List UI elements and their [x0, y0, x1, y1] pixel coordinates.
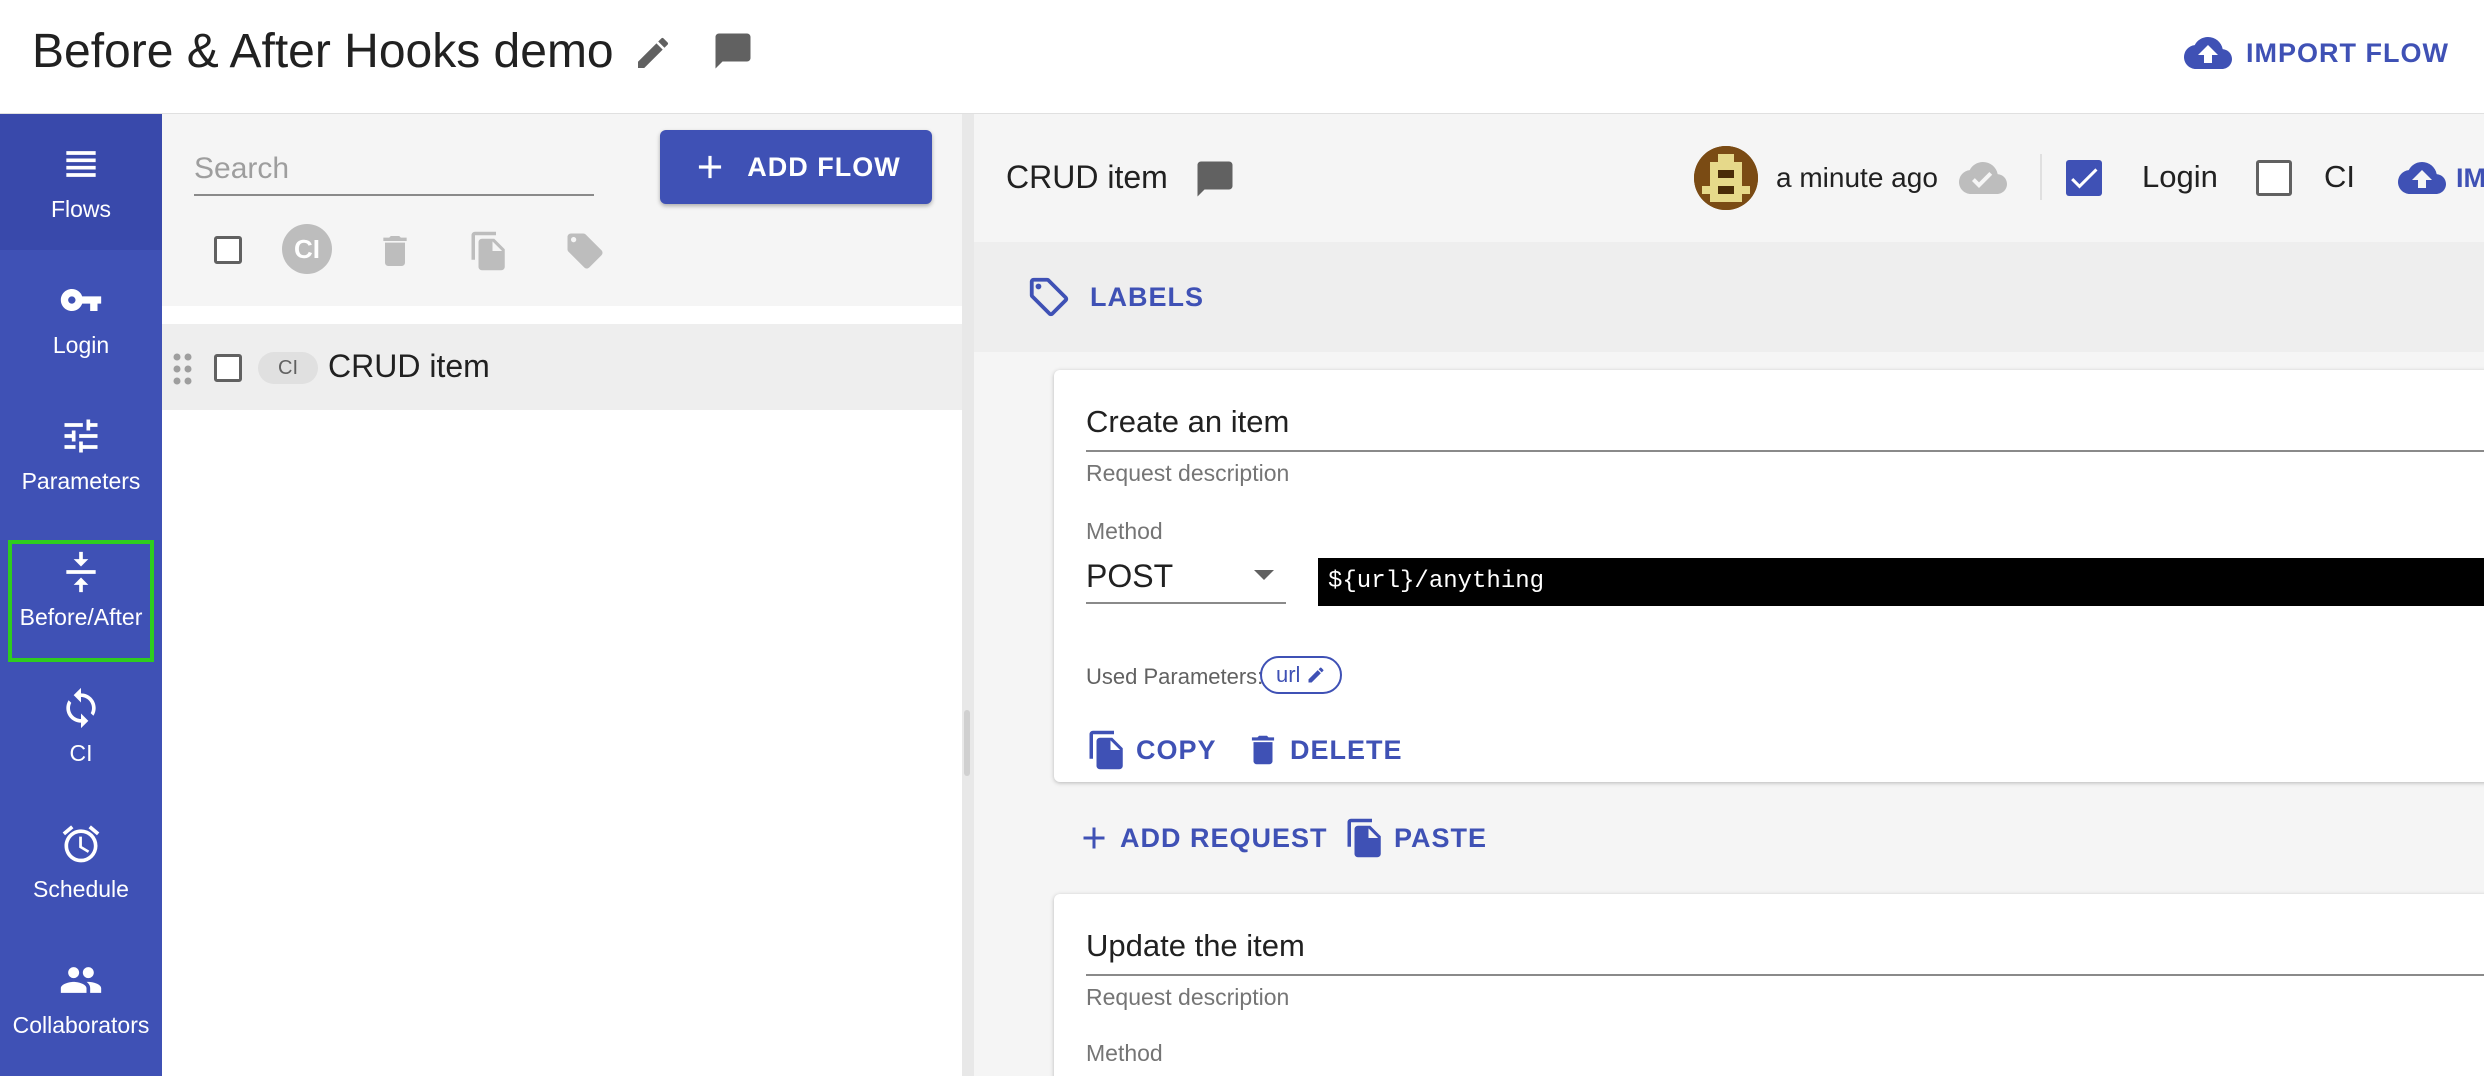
- side-nav: Flows Login Parameters Before/After CI S…: [0, 114, 162, 1076]
- request-card: Request description Method POST ${url}/a…: [1054, 370, 2484, 782]
- label-icon[interactable]: [560, 226, 610, 276]
- request-description[interactable]: Request description: [1086, 460, 1289, 487]
- flow-checkbox[interactable]: [214, 354, 242, 382]
- edit-icon: [1308, 667, 1324, 683]
- chevron-down-icon: [1254, 570, 1274, 580]
- comment-icon[interactable]: [708, 26, 758, 76]
- key-icon: [60, 288, 102, 311]
- copy-request-button[interactable]: COPY: [1086, 728, 1217, 772]
- nav-item-label: Login: [52, 331, 110, 358]
- paste-label: PASTE: [1394, 822, 1488, 853]
- delete-request-button[interactable]: DELETE: [1244, 728, 1403, 772]
- login-checkbox[interactable]: [2066, 160, 2102, 196]
- nav-item-label: Flows: [50, 195, 112, 222]
- add-request-label: ADD REQUEST: [1120, 822, 1328, 853]
- import-flow-button[interactable]: IMPORT FLOW: [2184, 28, 2449, 78]
- used-parameters-label: Used Parameters:: [1086, 664, 1264, 689]
- ci-filter-button[interactable]: CI: [282, 224, 332, 274]
- nav-item-parameters[interactable]: Parameters: [0, 386, 162, 522]
- flow-header: CRUD item a minute ago Login CI IM: [974, 114, 2484, 242]
- nav-item-label: Parameters: [21, 467, 141, 494]
- delete-label: DELETE: [1290, 734, 1403, 765]
- flows-panel: ADD FLOW CI CI CRUD item: [162, 114, 962, 1076]
- labels-bar: LABELS: [974, 242, 2484, 352]
- label-outline-icon: [1029, 277, 1069, 317]
- flow-editor: CRUD item a minute ago Login CI IM LABEL…: [974, 114, 2484, 1076]
- resize-handle[interactable]: [964, 710, 970, 776]
- import-button-label: IM: [2456, 162, 2484, 193]
- cloud-upload-icon: [2398, 162, 2446, 194]
- nav-item-schedule[interactable]: Schedule: [0, 794, 162, 930]
- flow-comment-icon[interactable]: [1190, 154, 1240, 204]
- request-card: Request description Method: [1054, 894, 2484, 1076]
- select-all-checkbox[interactable]: [214, 236, 242, 264]
- ci-badge: CI: [258, 352, 318, 384]
- ci-checkbox[interactable]: [2256, 160, 2292, 196]
- search-input[interactable]: [194, 144, 594, 196]
- method-select[interactable]: POST: [1086, 548, 1286, 604]
- alarm-icon: [62, 824, 100, 862]
- flow-list-item[interactable]: CI CRUD item: [162, 324, 962, 410]
- nav-item-login[interactable]: Login: [0, 250, 162, 386]
- plus-icon: [699, 155, 722, 179]
- method-label: Method: [1086, 1040, 1163, 1066]
- vertical-align-center-icon: [66, 551, 96, 592]
- add-request-button[interactable]: ADD REQUEST: [1076, 820, 1328, 856]
- delete-icon: [1251, 735, 1275, 765]
- cloud-done-icon: [1958, 158, 2008, 198]
- import-button[interactable]: IM: [2398, 154, 2484, 202]
- parameter-chip-url[interactable]: url: [1260, 656, 1343, 694]
- add-flow-button[interactable]: ADD FLOW: [660, 130, 932, 204]
- import-flow-label: IMPORT FLOW: [2246, 37, 2449, 68]
- people-icon: [60, 966, 102, 993]
- request-description[interactable]: Request description: [1086, 984, 1289, 1011]
- delete-icon[interactable]: [370, 226, 420, 276]
- nav-item-collaborators[interactable]: Collaborators: [0, 930, 162, 1066]
- copy-icon[interactable]: [464, 226, 514, 276]
- panel-divider[interactable]: [962, 114, 974, 1076]
- drag-handle-icon[interactable]: [172, 352, 194, 386]
- method-label: Method: [1086, 518, 1163, 544]
- ci-checkbox-label: CI: [2324, 159, 2355, 194]
- app-header: Before & After Hooks demo IMPORT FLOW: [0, 0, 2484, 114]
- labels-label: LABELS: [1090, 281, 1204, 312]
- header-divider: [2040, 154, 2042, 200]
- nav-item-label: Collaborators: [12, 1011, 150, 1038]
- nav-item-ci[interactable]: CI: [0, 658, 162, 794]
- paste-button[interactable]: PASTE: [1344, 816, 1487, 860]
- tune-icon: [64, 419, 98, 452]
- avatar[interactable]: [1694, 146, 1758, 210]
- flow-name[interactable]: CRUD item: [328, 348, 490, 385]
- plus-icon: [1083, 827, 1105, 849]
- labels-button[interactable]: LABELS: [1026, 274, 1204, 320]
- last-saved-time: a minute ago: [1776, 162, 1938, 193]
- list-icon: [66, 150, 96, 177]
- nav-item-before-after[interactable]: Before/After: [0, 522, 162, 658]
- login-checkbox-label: Login: [2142, 159, 2218, 194]
- request-title-input[interactable]: [1086, 918, 2484, 976]
- request-title-input[interactable]: [1086, 394, 2484, 452]
- method-value: POST: [1086, 558, 1174, 594]
- page-title: Before & After Hooks demo: [32, 25, 614, 78]
- add-flow-label: ADD FLOW: [747, 151, 901, 182]
- nav-item-label: Schedule: [33, 875, 129, 902]
- nav-item-label: Before/After: [19, 603, 143, 630]
- nav-item-label: CI: [69, 739, 93, 766]
- flow-title: CRUD item: [1006, 159, 1168, 195]
- url-field[interactable]: ${url}/anything: [1318, 558, 2484, 606]
- cloud-upload-icon: [2184, 37, 2232, 69]
- sync-icon: [66, 687, 96, 728]
- paste-icon: [1347, 818, 1381, 858]
- parameter-chip-label: url: [1276, 662, 1301, 687]
- copy-label: COPY: [1136, 734, 1217, 765]
- copy-icon: [1089, 730, 1123, 770]
- edit-title-icon[interactable]: [628, 28, 678, 78]
- nav-item-flows[interactable]: Flows: [0, 114, 162, 250]
